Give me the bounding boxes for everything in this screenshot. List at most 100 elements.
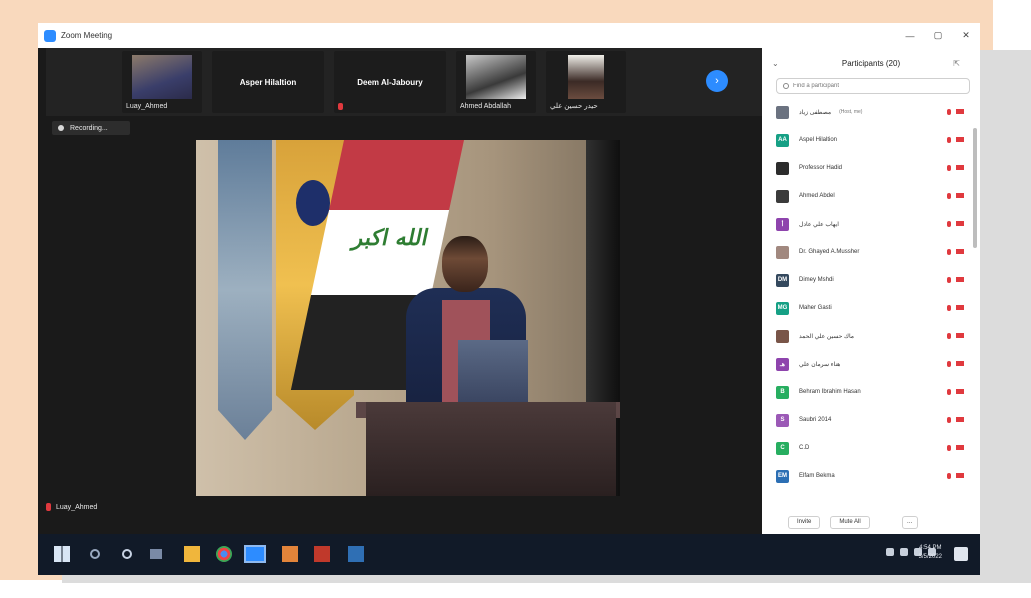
laptop [458,340,528,402]
mic-muted-icon[interactable] [947,473,951,479]
task-view-icon[interactable] [150,549,162,559]
participant-name: Aspel Hilaltion [799,137,838,143]
avatar: B [776,385,789,399]
participant-status [947,417,964,423]
file-explorer-icon[interactable] [184,546,200,562]
participant-row[interactable]: MG Maher Gasti [762,294,980,322]
windows-taskbar: 4:54 PM 3/5/2022 [38,534,980,575]
active-speaker-label: Luay_Ahmed [46,503,97,511]
participant-name: Dr. Ghayed A.Mussher [799,249,860,255]
mic-muted-icon[interactable] [947,361,951,367]
participant-name: Saubri 2014 [799,417,832,423]
photos-icon[interactable] [282,546,298,562]
mic-muted-icon[interactable] [947,109,951,115]
mic-muted-icon[interactable] [947,445,951,451]
avatar [776,329,789,343]
chevron-up-icon[interactable] [886,548,894,556]
panel-title: Participants (20) [841,58,901,68]
participant-status [947,473,964,479]
zoom-app-icon [44,29,56,42]
mic-muted-icon[interactable] [947,305,951,311]
tile-name: Deem Al-Jaboury [357,77,423,87]
taskbar-clock[interactable]: 4:54 PM 3/5/2022 [919,544,942,562]
mic-muted-icon[interactable] [947,277,951,283]
cortana-icon[interactable] [122,549,132,559]
participant-status [947,445,964,451]
participant-row[interactable]: C C.D [762,434,980,462]
media-player-icon[interactable] [314,546,330,562]
mic-muted-icon[interactable] [947,193,951,199]
panel-scrollbar[interactable] [973,128,977,248]
active-speaker-video: الله اكبر [196,140,620,496]
mic-muted-icon[interactable] [947,221,951,227]
network-icon[interactable] [900,548,908,556]
participant-row[interactable]: S Saubri 2014 [762,406,980,434]
recording-indicator[interactable]: Recording... [52,121,130,135]
participant-search[interactable] [776,78,970,94]
video-tile[interactable]: Asper Hilaltion [212,51,324,113]
recording-icon [58,125,64,131]
popout-icon[interactable]: ⇱ [953,59,960,68]
search-icon[interactable] [90,549,100,559]
participant-row[interactable]: Ahmed Abdel [762,182,980,210]
windows-start-icon[interactable] [54,546,70,562]
avatar: AA [776,133,789,147]
minimize-button[interactable]: — [896,23,924,48]
mic-muted-icon[interactable] [947,389,951,395]
participant-name: Ahmed Abdel [799,193,835,199]
avatar [776,161,789,175]
avatar: MG [776,301,789,315]
participant-name: Behram Ibrahim Hasan [799,389,861,395]
zoom-taskbar-icon[interactable] [244,545,266,563]
participant-status [947,221,964,227]
close-button[interactable]: ✕ [952,23,980,48]
mic-muted-icon[interactable] [947,417,951,423]
video-tile[interactable]: Ahmed Abdallah [456,51,536,113]
mute-all-button[interactable]: Mute All [830,515,870,529]
tile-name: Luay_Ahmed [126,103,168,110]
flag-emblem [296,180,330,226]
participants-panel: ⌄ Participants (20) ⇱ مصطفى زياد (Host, m… [762,48,980,534]
app-icon[interactable] [348,546,364,562]
mic-muted-icon[interactable] [947,333,951,339]
participant-row[interactable]: AA Aspel Hilaltion [762,126,980,154]
video-tile[interactable]: Luay_Ahmed [122,51,202,113]
search-input[interactable] [793,83,953,89]
participant-row[interactable]: B Behram Ibrahim Hasan [762,378,980,406]
invite-button[interactable]: Invite [788,515,821,529]
mic-muted-icon[interactable] [947,165,951,171]
video-tile[interactable]: Deem Al-Jaboury [334,51,446,113]
mic-muted-icon[interactable] [947,137,951,143]
more-options-button[interactable]: … [901,515,918,529]
video-tile[interactable]: حيدر حسين علي [546,51,626,113]
clock-time: 4:54 PM [919,545,942,551]
mic-muted-icon[interactable] [947,249,951,255]
speaker-name: Luay_Ahmed [56,503,98,511]
chrome-icon[interactable] [216,546,232,562]
participant-row[interactable]: مصطفى زياد (Host, me) [762,98,980,126]
recording-label: Recording... [70,124,108,132]
participant-row[interactable]: ماك حسين علي الحمد [762,322,980,350]
participant-row[interactable]: Professor Hadid [762,154,980,182]
next-page-button[interactable]: › [706,70,728,92]
camera-off-icon [956,137,964,142]
participant-status [947,277,964,283]
camera-off-icon [956,221,964,226]
participant-status [947,305,964,311]
camera-off-icon [956,193,964,198]
participant-list: مصطفى زياد (Host, me) AA Aspel Hilaltion P… [762,98,980,490]
notifications-icon[interactable] [954,547,968,561]
participant-row[interactable]: هـ هناء سرمان علي [762,350,980,378]
tile-name: حيدر حسين علي [550,103,598,110]
participant-row[interactable]: DM Dimey Mshdi [762,266,980,294]
maximize-button[interactable]: ▢ [924,23,952,48]
participant-tag: (Host, me) [839,109,863,115]
participant-row[interactable]: Dr. Ghayed A.Mussher [762,238,980,266]
participant-status [947,361,964,367]
participant-row[interactable]: أ ايهاب علي عادل [762,210,980,238]
participant-name: هناء سرمان علي [799,361,841,368]
participant-row[interactable]: EM Elfam Bekma [762,462,980,490]
participant-video [466,55,526,99]
participant-name: Elfam Bekma [799,473,835,479]
podium [366,402,616,496]
